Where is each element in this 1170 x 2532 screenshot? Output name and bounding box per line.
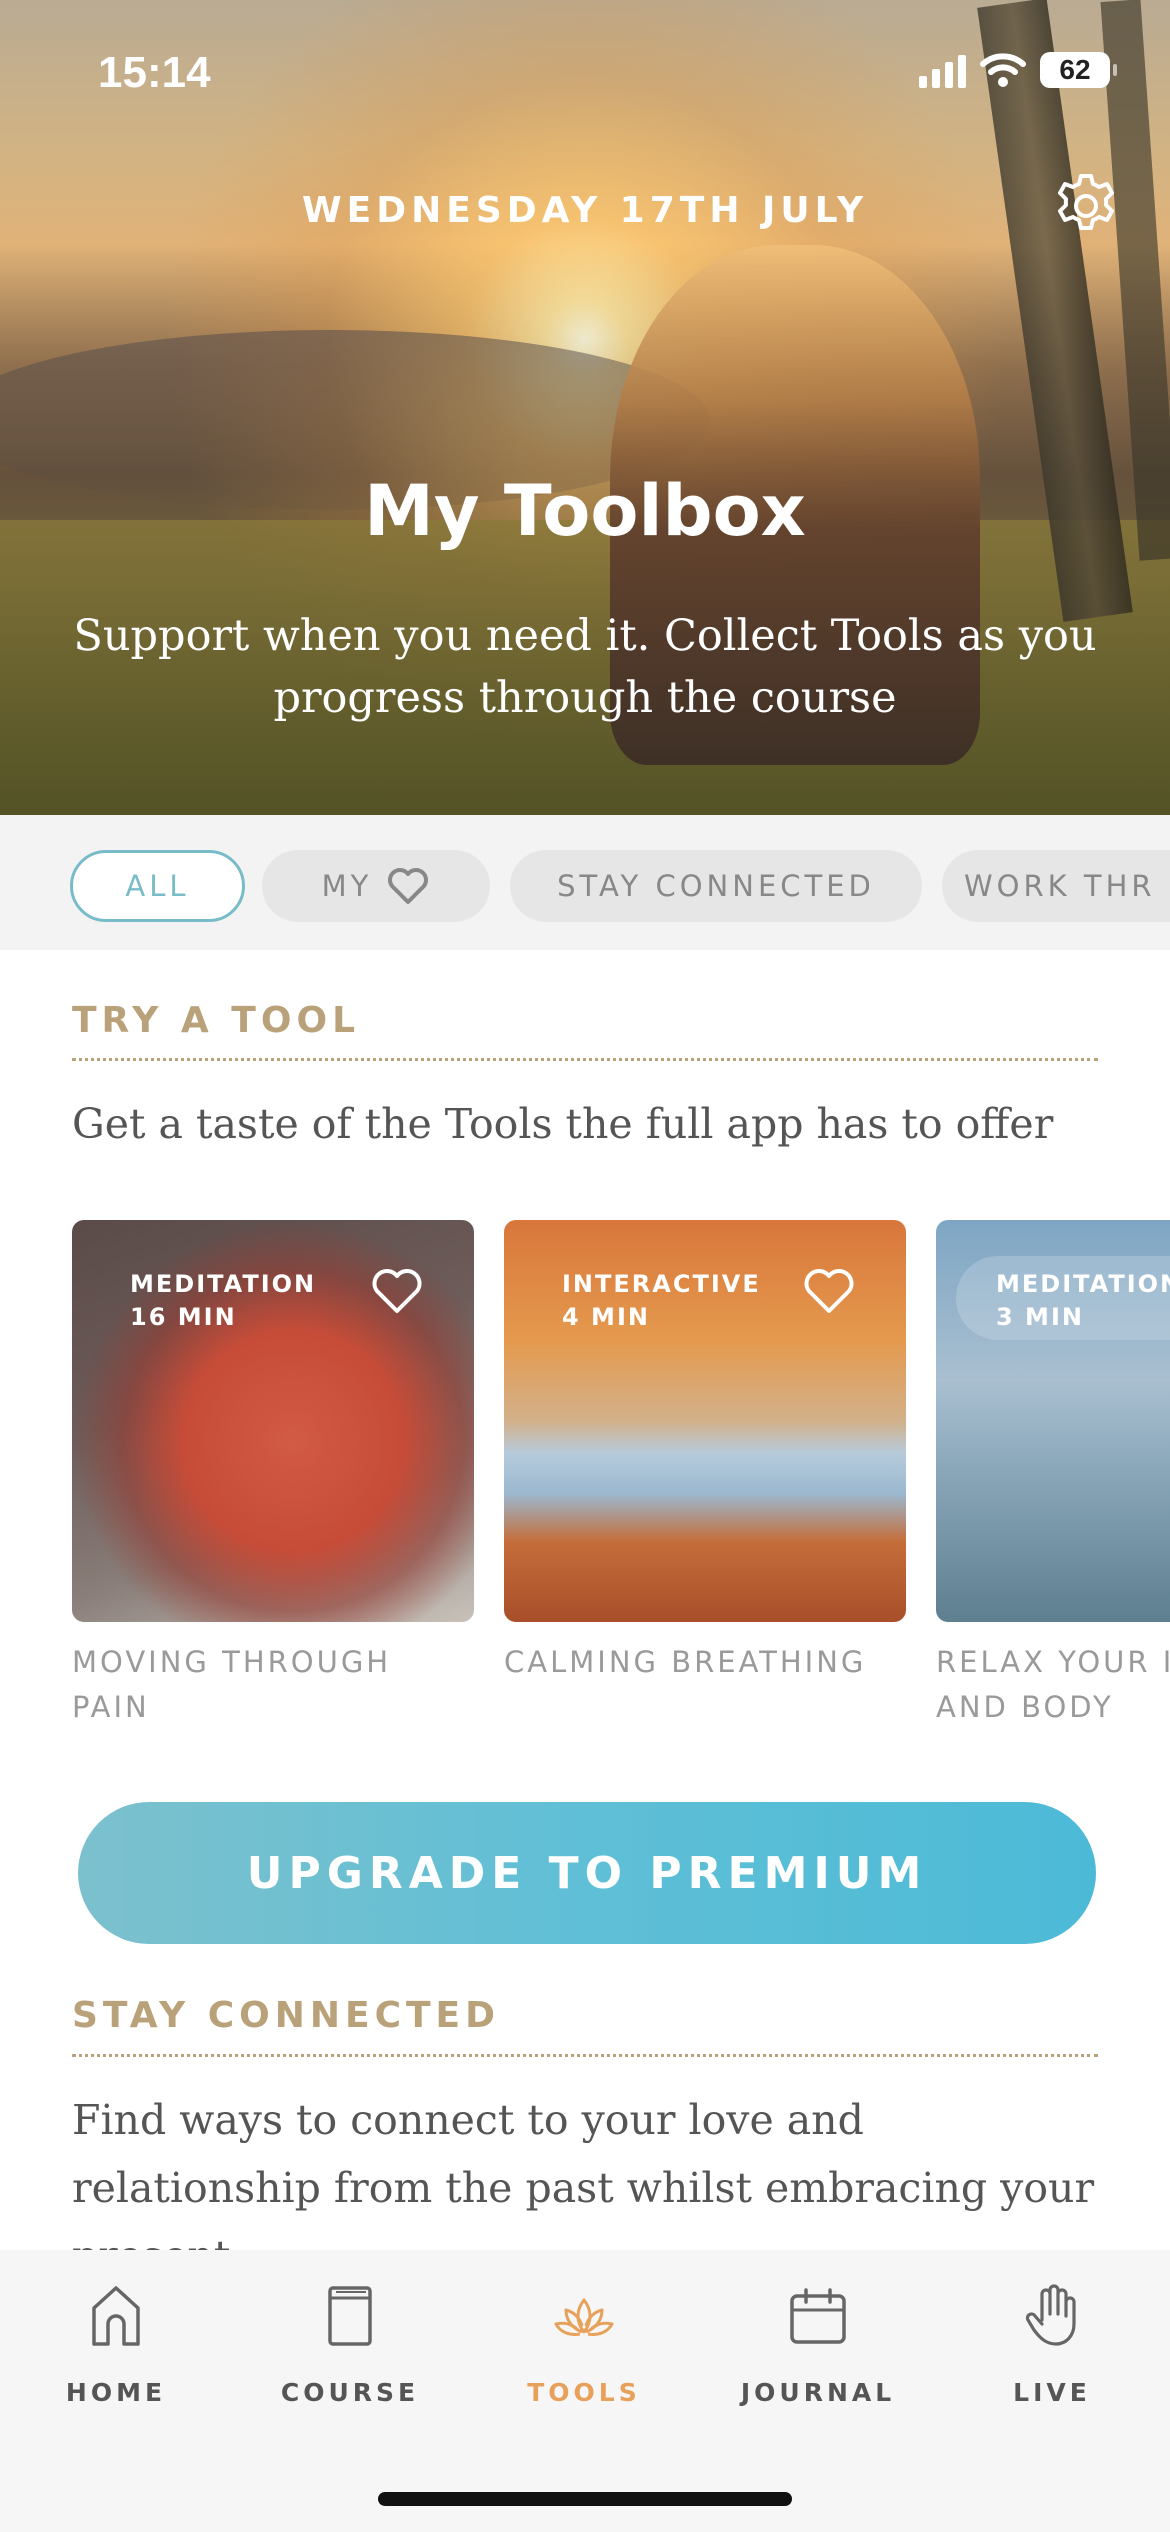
filter-all[interactable]: ALL <box>70 850 245 922</box>
tab-course-label: COURSE <box>280 2378 420 2407</box>
filter-work-through-label: WORK THR <box>964 869 1156 903</box>
tab-tools[interactable]: TOOLS <box>484 2280 684 2407</box>
status-time: 15:14 <box>98 48 211 97</box>
book-icon <box>328 2286 372 2346</box>
tab-journal[interactable]: JOURNAL <box>718 2280 918 2407</box>
tool-card-meta: MEDITATION 3 MIN <box>996 1268 1170 1334</box>
tab-course[interactable]: COURSE <box>250 2280 450 2407</box>
tool-card-title[interactable]: MOVING THROUGH PAIN <box>72 1640 391 1730</box>
tool-card-moving-through-pain[interactable]: MEDITATION 16 MIN <box>72 1220 474 1622</box>
filter-all-label: ALL <box>125 869 190 903</box>
tool-card-title[interactable]: CALMING BREATHING <box>504 1640 866 1685</box>
status-icons: 62 <box>919 52 1117 88</box>
tab-home[interactable]: HOME <box>16 2280 216 2407</box>
try-a-tool-description: Get a taste of the Tools the full app ha… <box>72 1100 1054 1148</box>
tool-card-title-line1: MOVING THROUGH <box>72 1645 392 1679</box>
filter-bar: ALL MY STAY CONNECTED WORK THR <box>0 815 1170 950</box>
gear-icon[interactable] <box>1050 170 1122 242</box>
filter-my-favourites[interactable]: MY <box>262 850 490 922</box>
tab-home-label: HOME <box>65 2378 167 2407</box>
stay-connected-divider <box>72 2054 1098 2057</box>
tool-type: MEDITATION <box>996 1270 1170 1298</box>
try-a-tool-heading: TRY A TOOL <box>72 1000 361 1041</box>
upgrade-to-premium-button[interactable]: UPGRADE TO PREMIUM <box>78 1802 1096 1944</box>
tool-card-meta: INTERACTIVE 4 MIN <box>562 1268 761 1334</box>
filter-stay-connected-label: STAY CONNECTED <box>557 869 875 903</box>
tool-duration: 3 MIN <box>996 1303 1084 1331</box>
filter-my-label: MY <box>321 869 373 903</box>
tab-journal-label: JOURNAL <box>740 2378 896 2407</box>
tool-card-title-line1: CALMING BREATHING <box>504 1645 867 1679</box>
tool-card-calming-breathing[interactable]: INTERACTIVE 4 MIN <box>504 1220 906 1622</box>
tab-live[interactable]: LIVE <box>952 2280 1152 2407</box>
tab-tools-label: TOOLS <box>527 2378 641 2407</box>
heart-icon[interactable] <box>802 1266 856 1316</box>
date-label: WEDNESDAY 17TH JULY <box>301 190 869 231</box>
page-title: My Toolbox <box>364 470 806 552</box>
home-indicator[interactable] <box>378 2492 792 2506</box>
hand-icon <box>1025 2284 1076 2346</box>
tab-live-label: LIVE <box>1013 2378 1091 2407</box>
tool-type: MEDITATION <box>130 1270 317 1298</box>
calendar-icon <box>790 2288 846 2344</box>
try-a-tool-divider <box>72 1058 1098 1061</box>
tool-card-meta: MEDITATION 16 MIN <box>130 1268 316 1334</box>
stay-connected-heading: STAY CONNECTED <box>72 1995 501 2036</box>
filter-stay-connected[interactable]: STAY CONNECTED <box>510 850 922 922</box>
heart-icon <box>388 868 429 904</box>
tool-card-title-line1: RELAX YOUR I <box>936 1645 1170 1679</box>
lotus-icon <box>554 2298 614 2336</box>
heart-icon[interactable] <box>370 1266 424 1316</box>
page-subtitle: Support when you need it. Collect Tools … <box>73 611 1097 723</box>
tool-duration: 4 MIN <box>562 1303 650 1331</box>
tool-card-relax-your-mind[interactable]: MEDITATION 3 MIN <box>936 1220 1170 1622</box>
filter-work-through[interactable]: WORK THR <box>942 850 1170 922</box>
signal-icon <box>919 52 966 88</box>
home-icon <box>92 2286 140 2346</box>
hero-banner: 15:14 62 WEDNESDAY 17TH JULY My Toolbox … <box>0 0 1170 815</box>
tool-card-title[interactable]: RELAX YOUR I AND BODY <box>936 1640 1170 1730</box>
tool-card-title-line2: AND BODY <box>936 1690 1114 1724</box>
tool-duration: 16 MIN <box>130 1303 237 1331</box>
bottom-tab-bar: HOME COURSE TOOLS JOURNAL LIVE <box>0 2250 1170 2532</box>
battery-icon: 62 <box>1040 52 1117 88</box>
tool-card-title-line2: PAIN <box>72 1690 150 1724</box>
wifi-icon <box>980 53 1026 87</box>
tool-type: INTERACTIVE <box>562 1270 761 1298</box>
